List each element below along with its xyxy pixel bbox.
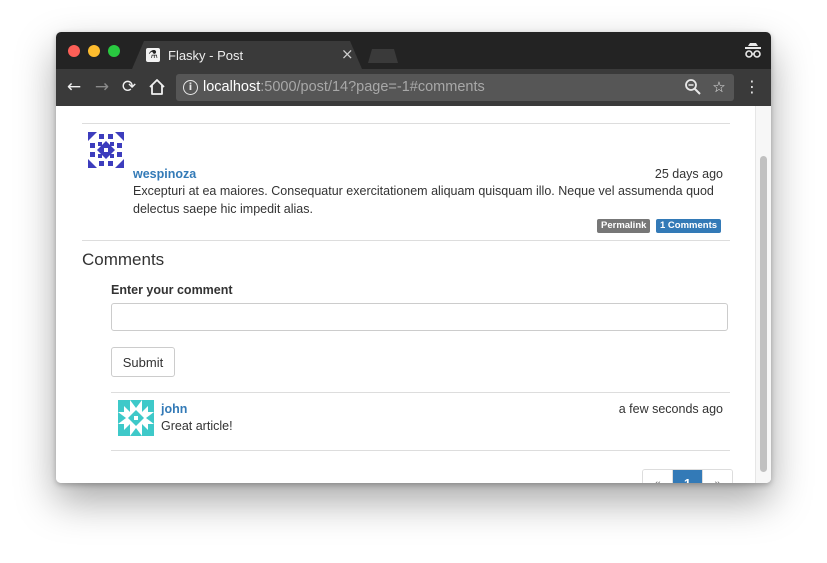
divider xyxy=(82,240,730,241)
maximize-window-button[interactable] xyxy=(108,45,120,57)
flask-favicon-icon: ⚗ xyxy=(146,48,160,62)
pagination-prev[interactable]: « xyxy=(643,470,673,483)
comments-heading: Comments xyxy=(82,250,165,269)
comment-author-link[interactable]: john xyxy=(161,402,187,416)
post-body: Excepturi at ea maiores. Consequatur exe… xyxy=(133,184,714,216)
zoom-icon[interactable] xyxy=(683,77,703,97)
back-arrow-icon[interactable]: ← xyxy=(64,77,84,97)
divider xyxy=(111,392,730,393)
comment-body: Great article! xyxy=(161,419,233,433)
pagination-page-1[interactable]: 1 xyxy=(673,470,703,483)
permalink-badge[interactable]: Permalink xyxy=(597,219,651,233)
address-bar[interactable]: i localhost:5000/post/14?page=-1#comment… xyxy=(176,74,734,101)
reload-icon[interactable]: ⟳ xyxy=(119,77,139,97)
browser-window: ⚗ Flasky - Post × ← → ⟳ i localhost:5000… xyxy=(56,32,771,483)
star-icon[interactable]: ☆ xyxy=(709,77,729,97)
close-window-button[interactable] xyxy=(68,45,80,57)
browser-toolbar: ← → ⟳ i localhost:5000/post/14?page=-1#c… xyxy=(56,69,771,106)
comment-form-label: Enter your comment xyxy=(111,283,233,297)
url-host: localhost xyxy=(203,79,261,95)
pagination: « 1 » xyxy=(642,469,733,483)
forward-arrow-icon[interactable]: → xyxy=(92,77,112,97)
new-tab-button[interactable] xyxy=(368,49,398,63)
incognito-icon xyxy=(745,43,761,58)
minimize-window-button[interactable] xyxy=(88,45,100,57)
browser-tab[interactable] xyxy=(132,41,362,69)
comment-input[interactable] xyxy=(111,303,728,331)
kebab-menu-icon[interactable]: ⋮ xyxy=(744,77,760,97)
post-author-link[interactable]: wespinoza xyxy=(133,167,196,181)
page-viewport: wespinoza 25 days ago Excepturi at ea ma… xyxy=(56,106,771,483)
divider xyxy=(111,450,730,451)
comment-author-avatar[interactable] xyxy=(118,400,154,436)
url-text[interactable]: localhost:5000/post/14?page=-1#comments xyxy=(203,79,485,95)
pagination-next[interactable]: » xyxy=(703,470,732,483)
comment-date: a few seconds ago xyxy=(618,402,723,416)
divider xyxy=(82,123,730,124)
home-icon[interactable] xyxy=(147,77,167,97)
tab-close-icon[interactable]: × xyxy=(341,46,354,62)
post-author-avatar[interactable] xyxy=(88,132,124,168)
submit-button[interactable]: Submit xyxy=(111,347,175,377)
post-date: 25 days ago xyxy=(654,167,723,181)
info-icon[interactable]: i xyxy=(183,80,198,95)
url-path: :5000/post/14?page=-1#comments xyxy=(260,79,485,95)
tab-bar: ⚗ Flasky - Post × xyxy=(56,32,771,69)
scrollbar-thumb[interactable] xyxy=(760,156,767,472)
comments-count-badge[interactable]: 1 Comments xyxy=(656,219,722,233)
scrollbar[interactable] xyxy=(755,106,771,483)
tab-title: Flasky - Post xyxy=(168,48,244,63)
